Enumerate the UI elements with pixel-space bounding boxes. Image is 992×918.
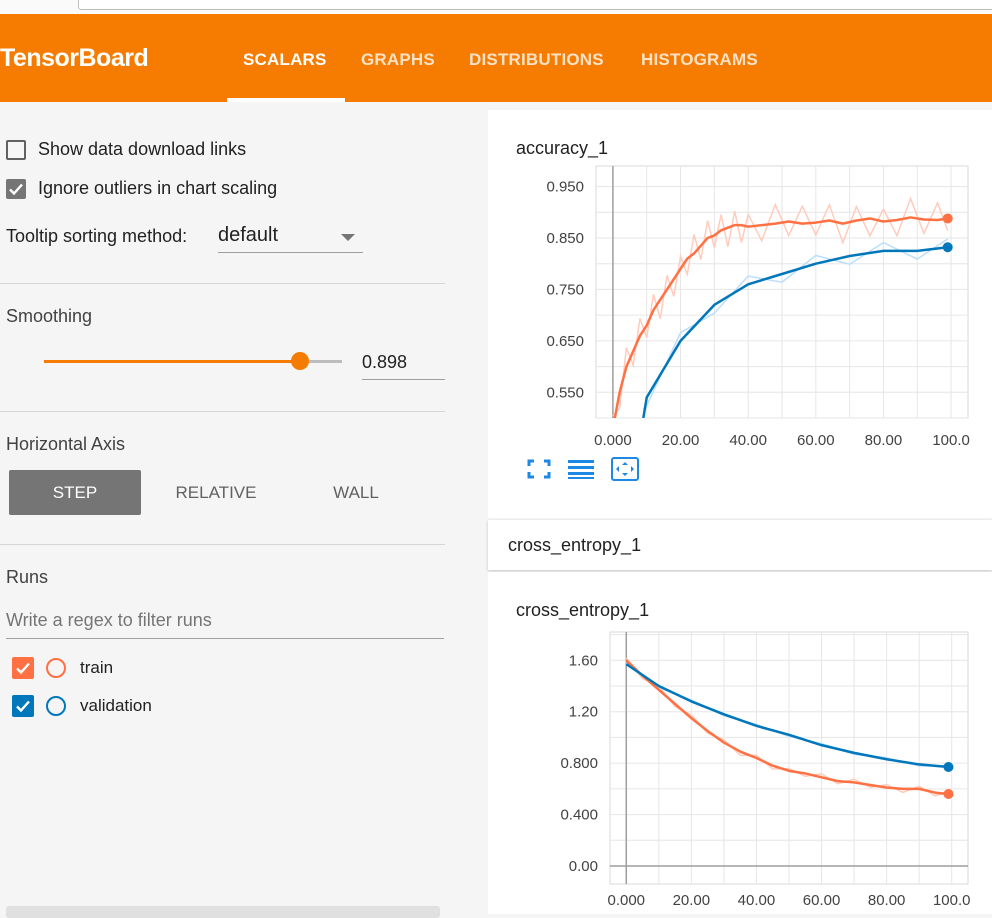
run-validation-label: validation: [80, 696, 152, 715]
y-tick-label: 0.850: [546, 230, 584, 247]
series-raw-line: [625, 662, 949, 767]
smoothing-title: Smoothing: [6, 306, 93, 326]
smoothing-value: 0.898: [362, 352, 408, 372]
smoothing-slider-thumb[interactable]: [290, 352, 309, 370]
tooltip-sort-value: default: [218, 224, 279, 246]
series-end-point: [942, 242, 953, 253]
y-tick-label: 0.00: [569, 858, 598, 875]
ignore-outliers-option[interactable]: Ignore outliers in chart scaling: [6, 178, 277, 199]
axis-relative-button[interactable]: RELATIVE: [150, 470, 282, 515]
tab-distributions[interactable]: DISTRIBUTIONS: [469, 50, 604, 70]
tab-scalars[interactable]: SCALARS: [243, 50, 327, 70]
x-tick-label: 40.00: [738, 892, 776, 909]
tab-histograms[interactable]: HISTOGRAMS: [641, 50, 758, 70]
y-tick-label: 0.750: [546, 281, 584, 298]
y-tick-label: 0.650: [546, 333, 584, 350]
y-tick-label: 0.800: [560, 755, 598, 772]
show-download-links-label: Show data download links: [38, 139, 247, 159]
series-end-point: [943, 762, 954, 772]
show-download-links-option[interactable]: Show data download links: [6, 139, 246, 160]
top-header: TensorBoard SCALARS GRAPHS DISTRIBUTIONS…: [0, 14, 992, 102]
ignore-outliers-label: Ignore outliers in chart scaling: [38, 178, 278, 198]
axis-step-button[interactable]: STEP: [9, 470, 141, 515]
browser-chrome: [0, 0, 992, 15]
smoothing-value-input[interactable]: 0.898: [362, 352, 445, 380]
y-tick-label: 1.60: [569, 652, 598, 669]
run-validation-checkbox[interactable]: [12, 695, 34, 717]
tab-graphs[interactable]: GRAPHS: [361, 50, 435, 70]
cross-entropy-chart[interactable]: 1.60 1.20 0.800 0.400 0.00 0.000 20.00 40.00 60.…: [488, 572, 992, 914]
x-tick-label: 80.00: [865, 432, 903, 449]
run-item-train[interactable]: train: [12, 657, 113, 679]
series-group: [612, 196, 949, 418]
runs-title: Runs: [6, 567, 49, 587]
x-tick-label: 0.000: [607, 892, 645, 909]
smoothing-slider-fill: [44, 360, 300, 363]
y-tick-label: 0.400: [560, 807, 598, 824]
run-train-checkbox[interactable]: [12, 657, 34, 679]
series-group: [625, 657, 949, 797]
series-line: [625, 659, 949, 796]
run-validation-color-icon: [46, 696, 66, 716]
series-line: [625, 663, 949, 769]
series-end-point: [942, 213, 953, 224]
run-train-color-icon: [46, 658, 66, 678]
x-tick-label: 60.00: [797, 432, 835, 449]
y-tick-label: 0.950: [546, 179, 584, 196]
y-tick-label: 0.550: [546, 384, 584, 401]
checkmark-icon: [16, 662, 30, 675]
tooltip-sort-label: Tooltip sorting method:: [6, 226, 188, 246]
fit-domain-icon[interactable]: [610, 456, 640, 482]
cross-entropy-group-header[interactable]: cross_entropy_1: [488, 520, 992, 570]
divider: [0, 283, 445, 284]
group-header-label: cross_entropy_1: [508, 535, 642, 555]
show-download-links-checkbox[interactable]: [6, 139, 26, 160]
fullscreen-icon[interactable]: [524, 456, 554, 482]
cross-entropy-chart-card: cross_entropy_1 1.60 1.20 0.800 0.400 0.00 0.…: [488, 572, 992, 914]
x-tick-label: 40.00: [729, 432, 767, 449]
series-raw-line: [625, 657, 949, 797]
divider: [0, 411, 445, 412]
runs-filter-input[interactable]: Write a regex to filter runs: [6, 610, 444, 639]
accuracy-chart-card: accuracy_1 0.950 0.850 0.750 0.650 0.550 0.00…: [488, 110, 992, 518]
axis-wall-button[interactable]: WALL: [290, 470, 422, 515]
x-tick-label: 80.00: [868, 892, 906, 909]
tooltip-sort-select[interactable]: default: [218, 220, 363, 253]
horizontal-axis-title: Horizontal Axis: [6, 434, 126, 454]
x-tick-label: 100.0: [933, 892, 971, 909]
run-item-validation[interactable]: validation: [12, 695, 152, 717]
checkmark-icon: [16, 700, 30, 713]
accuracy-chart[interactable]: 0.950 0.850 0.750 0.650 0.550 0.000 20.00 40.00…: [488, 110, 992, 518]
run-train-label: train: [80, 658, 114, 677]
divider: [0, 544, 445, 545]
series-end-point: [943, 789, 954, 799]
smoothing-slider[interactable]: [44, 352, 342, 370]
x-tick-label: 20.00: [673, 892, 711, 909]
sidebar: Show data download links Ignore outliers…: [0, 102, 460, 918]
x-tick-label: 60.00: [803, 892, 841, 909]
runs-filter-placeholder: Write a regex to filter runs: [6, 610, 212, 630]
sidebar-scrollbar[interactable]: [6, 906, 440, 918]
log-scale-icon[interactable]: [566, 456, 596, 482]
checkmark-icon: [9, 183, 23, 195]
x-tick-label: 0.000: [594, 432, 632, 449]
ignore-outliers-checkbox[interactable]: [6, 178, 26, 199]
app-title: TensorBoard: [0, 44, 149, 72]
chevron-down-icon: [341, 234, 355, 241]
series-raw-line: [612, 196, 949, 417]
x-tick-label: 20.00: [662, 432, 700, 449]
x-tick-label: 100.0: [932, 432, 970, 449]
address-bar[interactable]: [78, 0, 992, 10]
y-tick-label: 1.20: [569, 704, 598, 721]
